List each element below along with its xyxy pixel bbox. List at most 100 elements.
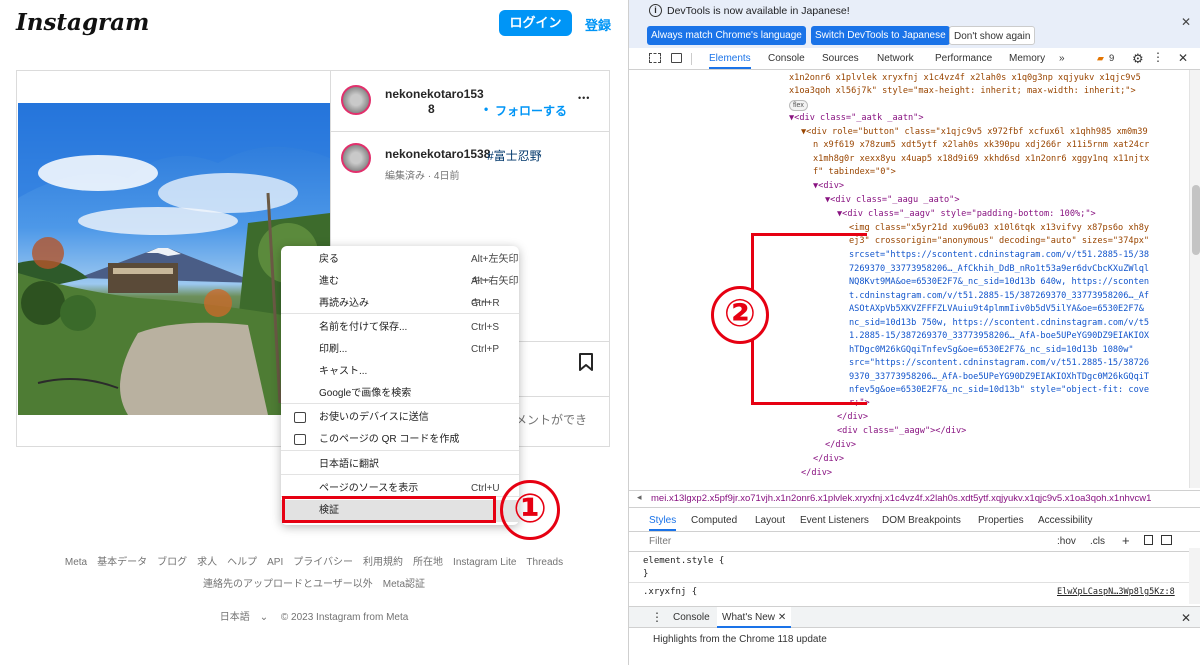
avatar[interactable] — [341, 85, 371, 115]
context-menu-item[interactable]: 戻る Alt+左矢印キー — [281, 249, 519, 287]
settings-gear-icon[interactable]: ⚙ — [1132, 51, 1144, 67]
code-line[interactable]: ▼<div> — [813, 180, 844, 193]
sidebar-toggle-icon[interactable] — [1161, 535, 1172, 545]
styles-tab[interactable]: Layout — [755, 515, 785, 526]
footer-link[interactable]: 連絡先のアップロードとユーザー以外 — [203, 579, 373, 590]
context-menu-item[interactable]: Googleで画像を検索 — [281, 383, 519, 405]
devtools-tab[interactable]: Memory — [1009, 53, 1045, 64]
code-line[interactable]: srcset="https://scontent.cdninstagram.co… — [849, 249, 1149, 262]
issues-count[interactable]: 9 — [1109, 53, 1114, 64]
code-line[interactable]: ▼<div class="_aagu _aato"> — [825, 194, 960, 207]
code-line[interactable]: hTDgc0M26kGQqiTnfevSg&oe=6530E2F7&_nc_si… — [849, 344, 1134, 357]
footer-link[interactable]: API — [267, 557, 283, 568]
styles-tab[interactable]: Accessibility — [1038, 515, 1092, 526]
styles-scrollbar[interactable] — [1189, 548, 1200, 604]
flex-badge[interactable]: flex — [789, 100, 808, 111]
close-drawer-icon[interactable]: ✕ — [1181, 611, 1191, 625]
code-line[interactable]: nfev5g&oe=6530E2F7&_nc_sid=10d13b" style… — [849, 384, 1149, 397]
styles-pane[interactable]: element.style { } .xryxfnj { ElwXpLCaspN… — [629, 552, 1189, 604]
code-line[interactable]: NQ8Kvt9MA&oe=6530E2F7&_nc_sid=10d13b 640… — [849, 276, 1149, 289]
styles-filter-input[interactable]: Filter — [649, 536, 671, 547]
devtools-tab[interactable]: Performance — [935, 53, 992, 64]
footer-link[interactable]: 所在地 — [413, 557, 443, 568]
code-line[interactable]: nc_sid=10d13b 750w, https://scontent.cdn… — [849, 317, 1149, 330]
post-username[interactable]: nekonekotaro153 — [385, 87, 484, 101]
hov-toggle[interactable]: :hov — [1057, 536, 1076, 547]
code-line[interactable]: 1.2885-15/387269370_33773958206…_AfA-boe… — [849, 330, 1149, 343]
context-menu-item[interactable]: 印刷... Ctrl+P — [281, 339, 519, 361]
more-menu-icon[interactable]: ⋮ — [1152, 50, 1164, 64]
devtools-tab[interactable]: Console — [768, 53, 805, 64]
issues-icon[interactable]: ▰ — [1097, 53, 1104, 64]
chevron-down-icon[interactable]: ⌄ — [260, 612, 268, 623]
caption-username[interactable]: nekonekotaro1538 — [385, 147, 490, 161]
footer-link[interactable]: ブログ — [157, 557, 187, 568]
language-selector[interactable]: 日本語 — [220, 612, 250, 623]
styles-tab[interactable]: Event Listeners — [800, 515, 869, 526]
footer-link[interactable]: 利用規約 — [363, 557, 403, 568]
code-line[interactable]: f" tabindex="0"> — [813, 166, 896, 179]
instagram-logo[interactable]: Instagram — [16, 9, 149, 36]
code-line[interactable]: ▼<div class="_aagv" style="padding-botto… — [837, 208, 1096, 221]
context-menu-item[interactable]: 名前を付けて保存... Ctrl+S — [281, 317, 519, 339]
close-banner-icon[interactable]: ✕ — [1181, 15, 1191, 29]
context-menu-item[interactable]: キャスト... — [281, 361, 519, 383]
drawer-tab-console[interactable]: Console — [673, 612, 710, 623]
element-style-rule[interactable]: element.style { — [643, 556, 724, 566]
dom-breadcrumb[interactable]: mei.x13lgxp2.x5pf9jr.xo71vjh.x1n2onr6.x1… — [629, 490, 1200, 508]
elements-tree[interactable]: x1n2onr6 x1plvlek xryxfnj x1c4vz4f x2lah… — [629, 70, 1189, 488]
scrollbar-thumb[interactable] — [1192, 185, 1200, 255]
bookmark-icon[interactable] — [578, 353, 594, 377]
code-line[interactable]: </div> — [825, 439, 856, 452]
code-line[interactable]: ej3" crossorigin="anonymous" decoding="a… — [849, 235, 1149, 248]
caption-avatar[interactable] — [341, 143, 371, 173]
context-menu-item[interactable]: お使いのデバイスに送信 — [281, 407, 519, 429]
code-line[interactable]: </div> — [837, 411, 868, 424]
code-line[interactable]: x1mh8g0r xexx8yu x4uap5 x18d9i69 xkhd6sd… — [813, 153, 1149, 166]
context-menu-item[interactable]: 進む Alt+右矢印キー — [281, 271, 519, 309]
login-button[interactable]: ログイン — [499, 10, 572, 36]
code-line[interactable]: </div> — [813, 453, 844, 466]
footer-link[interactable]: Meta認証 — [383, 579, 425, 590]
breadcrumb-left-icon[interactable]: ◂ — [637, 492, 642, 503]
styles-tab[interactable]: Properties — [978, 515, 1024, 526]
drawer-tab-whats-new[interactable]: What's New ✕ — [717, 607, 792, 628]
css-rule-selector[interactable]: .xryxfnj { — [643, 587, 697, 597]
switch-japanese-button[interactable]: Switch DevTools to Japanese — [811, 26, 950, 45]
devtools-tab[interactable]: Network — [877, 53, 914, 64]
context-menu-item[interactable]: 再読み込み Ctrl+R — [281, 293, 519, 315]
footer-link[interactable]: 求人 — [197, 557, 217, 568]
code-line[interactable]: n x9f619 x78zum5 xdt5ytf x2lah0s xk390pu… — [813, 139, 1149, 152]
drawer-menu-icon[interactable]: ⋮ — [651, 610, 663, 624]
code-line[interactable]: x1n2onr6 x1plvlek xryxfnj x1c4vz4f x2lah… — [789, 72, 1141, 85]
dont-show-button[interactable]: Don't show again — [949, 26, 1036, 45]
elements-scrollbar[interactable] — [1189, 70, 1200, 488]
devtools-tab[interactable]: Sources — [822, 53, 859, 64]
styles-tab[interactable]: Styles — [649, 515, 677, 531]
code-line[interactable]: ▼<div role="button" class="x1qjc9v5 x972… — [801, 126, 1148, 139]
signup-link[interactable]: 登録 — [585, 15, 611, 34]
footer-link[interactable]: 基本データ — [97, 557, 147, 568]
code-line[interactable]: x1oa3qoh xl56j7k" style="max-height: inh… — [789, 85, 1136, 98]
footer-link[interactable]: ヘルプ — [227, 557, 257, 568]
more-options-icon[interactable]: ••• — [578, 93, 590, 103]
code-line[interactable]: src="https://scontent.cdninstagram.com/v… — [849, 357, 1149, 370]
code-line[interactable]: <img class="x5yr21d xu96u03 x10l6tqk x13… — [849, 222, 1149, 235]
device-toggle-icon[interactable] — [671, 53, 682, 63]
styles-tab[interactable]: Computed — [691, 515, 737, 526]
close-devtools-icon[interactable]: ✕ — [1178, 51, 1188, 65]
close-tab-icon[interactable]: ✕ — [778, 612, 786, 623]
inspect-element-icon[interactable] — [649, 53, 661, 63]
devtools-tab[interactable]: » — [1059, 53, 1065, 64]
element-state-icon[interactable] — [1144, 535, 1153, 545]
context-menu-item[interactable]: このページの QR コードを作成 — [281, 429, 519, 451]
match-language-button[interactable]: Always match Chrome's language — [647, 26, 806, 45]
code-line[interactable]: <div class="_aagw"></div> — [837, 425, 966, 438]
footer-link[interactable]: プライバシー — [293, 557, 353, 568]
follow-button[interactable]: フォローする — [495, 102, 567, 119]
code-line[interactable]: ASOtAXpVb5XKVZFFFZLVAuiu9t4plmmIiv0b5dV5… — [849, 303, 1144, 316]
footer-link[interactable]: Threads — [526, 557, 563, 568]
context-menu-item[interactable]: 日本語に翻訳 — [281, 454, 519, 476]
code-line[interactable]: </div> — [801, 467, 832, 480]
add-rule-icon[interactable]: + — [1122, 533, 1130, 548]
